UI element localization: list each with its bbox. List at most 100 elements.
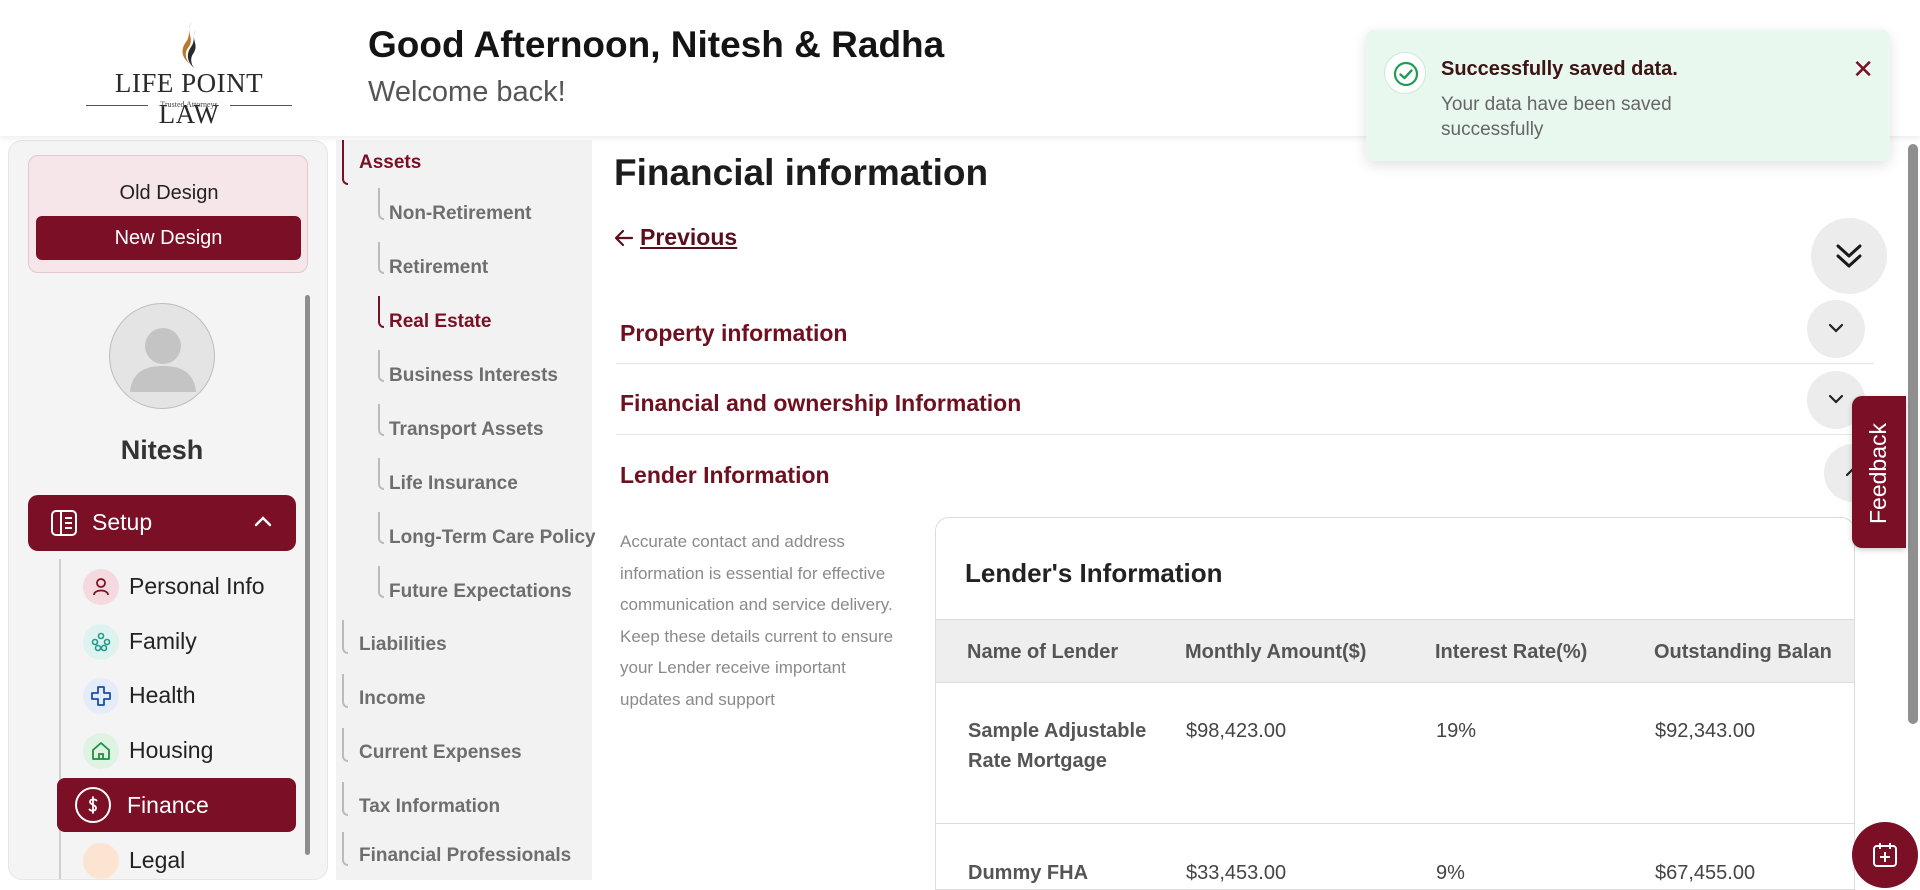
column-header[interactable]: Interest Rate(%)	[1435, 641, 1587, 664]
page-title: Financial information	[614, 152, 989, 193]
subnav-real-estate[interactable]: Real Estate	[389, 311, 491, 333]
sidebar-item-housing[interactable]: Housing	[75, 727, 295, 773]
nav-connector	[342, 140, 348, 185]
subnav-financial-professionals[interactable]: Financial Professionals	[359, 845, 571, 867]
table-header: Name of Lender Monthly Amount($) Interes…	[936, 619, 1854, 683]
sidebar-scrollbar[interactable]	[305, 295, 310, 855]
interest-rate-cell: 9%	[1436, 862, 1465, 884]
column-header[interactable]: Monthly Amount($)	[1185, 641, 1366, 664]
nav-connector	[342, 782, 348, 816]
accordion-lender-information[interactable]: Lender Information	[620, 462, 830, 489]
expand-all-button[interactable]	[1811, 218, 1887, 294]
outstanding-balance-cell: $92,343.00	[1655, 720, 1756, 742]
sidebar-item-finance[interactable]: Finance	[57, 778, 296, 832]
logo-flame-icon	[182, 22, 196, 68]
chevron-down-icon	[1828, 323, 1844, 333]
user-name: Nitesh	[120, 435, 204, 465]
feedback-label: Feedback	[1865, 422, 1891, 524]
sidebar-item-label: Family	[129, 628, 197, 654]
nav-connector	[342, 620, 348, 654]
feedback-tab[interactable]: Feedback	[1852, 396, 1906, 548]
nav-connector	[378, 350, 384, 382]
subnav-long-term-care-policy[interactable]: Long-Term Care Policy	[389, 527, 596, 549]
subnav-life-insurance[interactable]: Life Insurance	[389, 473, 518, 495]
book-icon	[51, 510, 77, 536]
subnav-future-expectations[interactable]: Future Expectations	[389, 581, 572, 603]
close-icon[interactable]: ✕	[1852, 54, 1874, 85]
column-header[interactable]: Outstanding Balan	[1654, 641, 1832, 664]
nav-connector	[342, 728, 348, 762]
legal-icon	[83, 843, 119, 879]
sidebar-item-legal[interactable]: Legal	[75, 837, 295, 879]
finance-subnav: Assets Non-Retirement Retirement Real Es…	[336, 140, 596, 880]
nav-connector	[378, 566, 384, 598]
avatar[interactable]	[109, 303, 215, 409]
lender-description: Accurate contact and address information…	[620, 532, 894, 709]
subnav-retirement[interactable]: Retirement	[389, 257, 488, 279]
subnav-liabilities[interactable]: Liabilities	[359, 634, 447, 656]
sidebar-item-health[interactable]: Health	[75, 672, 295, 718]
sidebar-item-label: Legal	[129, 847, 186, 873]
page-scrollbar[interactable]	[1908, 144, 1918, 724]
sidebar-item-personal-info[interactable]: Personal Info	[75, 563, 295, 609]
brand-logo[interactable]: LIFE POINT LAW Trusted Attorneys	[84, 18, 294, 129]
old-design-button[interactable]: Old Design	[29, 182, 309, 205]
add-note-button[interactable]	[1852, 822, 1918, 888]
subnav-tax-information[interactable]: Tax Information	[359, 796, 500, 818]
lender-name-cell: Dummy FHA	[968, 862, 1089, 884]
nav-connector	[59, 559, 61, 879]
accordion-financial-ownership[interactable]: Financial and ownership Information	[620, 390, 1021, 417]
lender-name-cell: Sample Adjustable Rate Mortgage	[968, 720, 1147, 772]
outstanding-balance-cell: $67,455.00	[1655, 862, 1756, 884]
double-chevron-down-icon	[1836, 244, 1862, 268]
left-sidebar: Old Design New Design Nitesh Setup Perso…	[8, 140, 328, 880]
design-toggle: Old Design New Design	[28, 155, 308, 273]
subnav-current-expenses[interactable]: Current Expenses	[359, 742, 522, 764]
subnav-business-interests[interactable]: Business Interests	[389, 365, 558, 387]
nav-connector	[378, 404, 384, 436]
calendar-plus-icon	[1873, 843, 1897, 867]
new-design-button[interactable]: New Design	[36, 216, 301, 260]
sidebar-item-family[interactable]: Family	[75, 618, 295, 664]
sidebar-item-label: Finance	[127, 792, 209, 818]
accordion-toggle-property[interactable]	[1807, 300, 1865, 358]
main-content: Financial information Previous Property …	[592, 140, 1900, 890]
logo-divider	[230, 105, 292, 106]
greeting-title: Good Afternoon, Nitesh & Radha	[368, 24, 945, 65]
nav-connector	[378, 458, 384, 490]
brand-name: LIFE POINT LAW	[114, 68, 264, 129]
card-title: Lender's Information	[965, 558, 1223, 588]
family-icon	[83, 624, 119, 660]
subnav-transport-assets[interactable]: Transport Assets	[389, 419, 544, 441]
divider	[616, 434, 1874, 435]
person-icon	[83, 569, 119, 605]
nav-connector	[378, 512, 384, 544]
sidebar-item-label: Personal Info	[129, 573, 265, 599]
dollar-icon	[75, 787, 111, 823]
setup-section-toggle[interactable]: Setup	[28, 495, 296, 551]
setup-label: Setup	[92, 509, 153, 535]
success-toast: Successfully saved data. Your data have …	[1366, 30, 1890, 161]
chevron-down-icon	[1828, 394, 1844, 404]
monthly-amount-cell: $98,423.00	[1186, 720, 1287, 742]
subnav-assets[interactable]: Assets	[359, 152, 421, 174]
house-icon	[83, 733, 119, 769]
sidebar-item-label: Health	[129, 682, 196, 708]
sidebar-item-label: Housing	[129, 737, 214, 763]
user-placeholder-icon	[130, 328, 196, 392]
nav-connector	[378, 188, 384, 220]
toast-title: Successfully saved data.	[1441, 58, 1678, 80]
interest-rate-cell: 19%	[1436, 720, 1477, 742]
subnav-non-retirement[interactable]: Non-Retirement	[389, 203, 532, 225]
accordion-property-information[interactable]: Property information	[620, 320, 847, 347]
health-icon	[83, 678, 119, 714]
arrow-left-icon[interactable]	[614, 228, 634, 248]
subnav-income[interactable]: Income	[359, 688, 426, 710]
row-divider	[936, 823, 1854, 824]
check-circle-icon	[1384, 52, 1426, 94]
divider	[616, 363, 1874, 364]
app-root: LIFE POINT LAW Trusted Attorneys Good Af…	[0, 0, 1920, 890]
column-header[interactable]: Name of Lender	[967, 641, 1118, 664]
previous-link[interactable]: Previous	[640, 224, 737, 251]
nav-connector	[342, 674, 348, 708]
